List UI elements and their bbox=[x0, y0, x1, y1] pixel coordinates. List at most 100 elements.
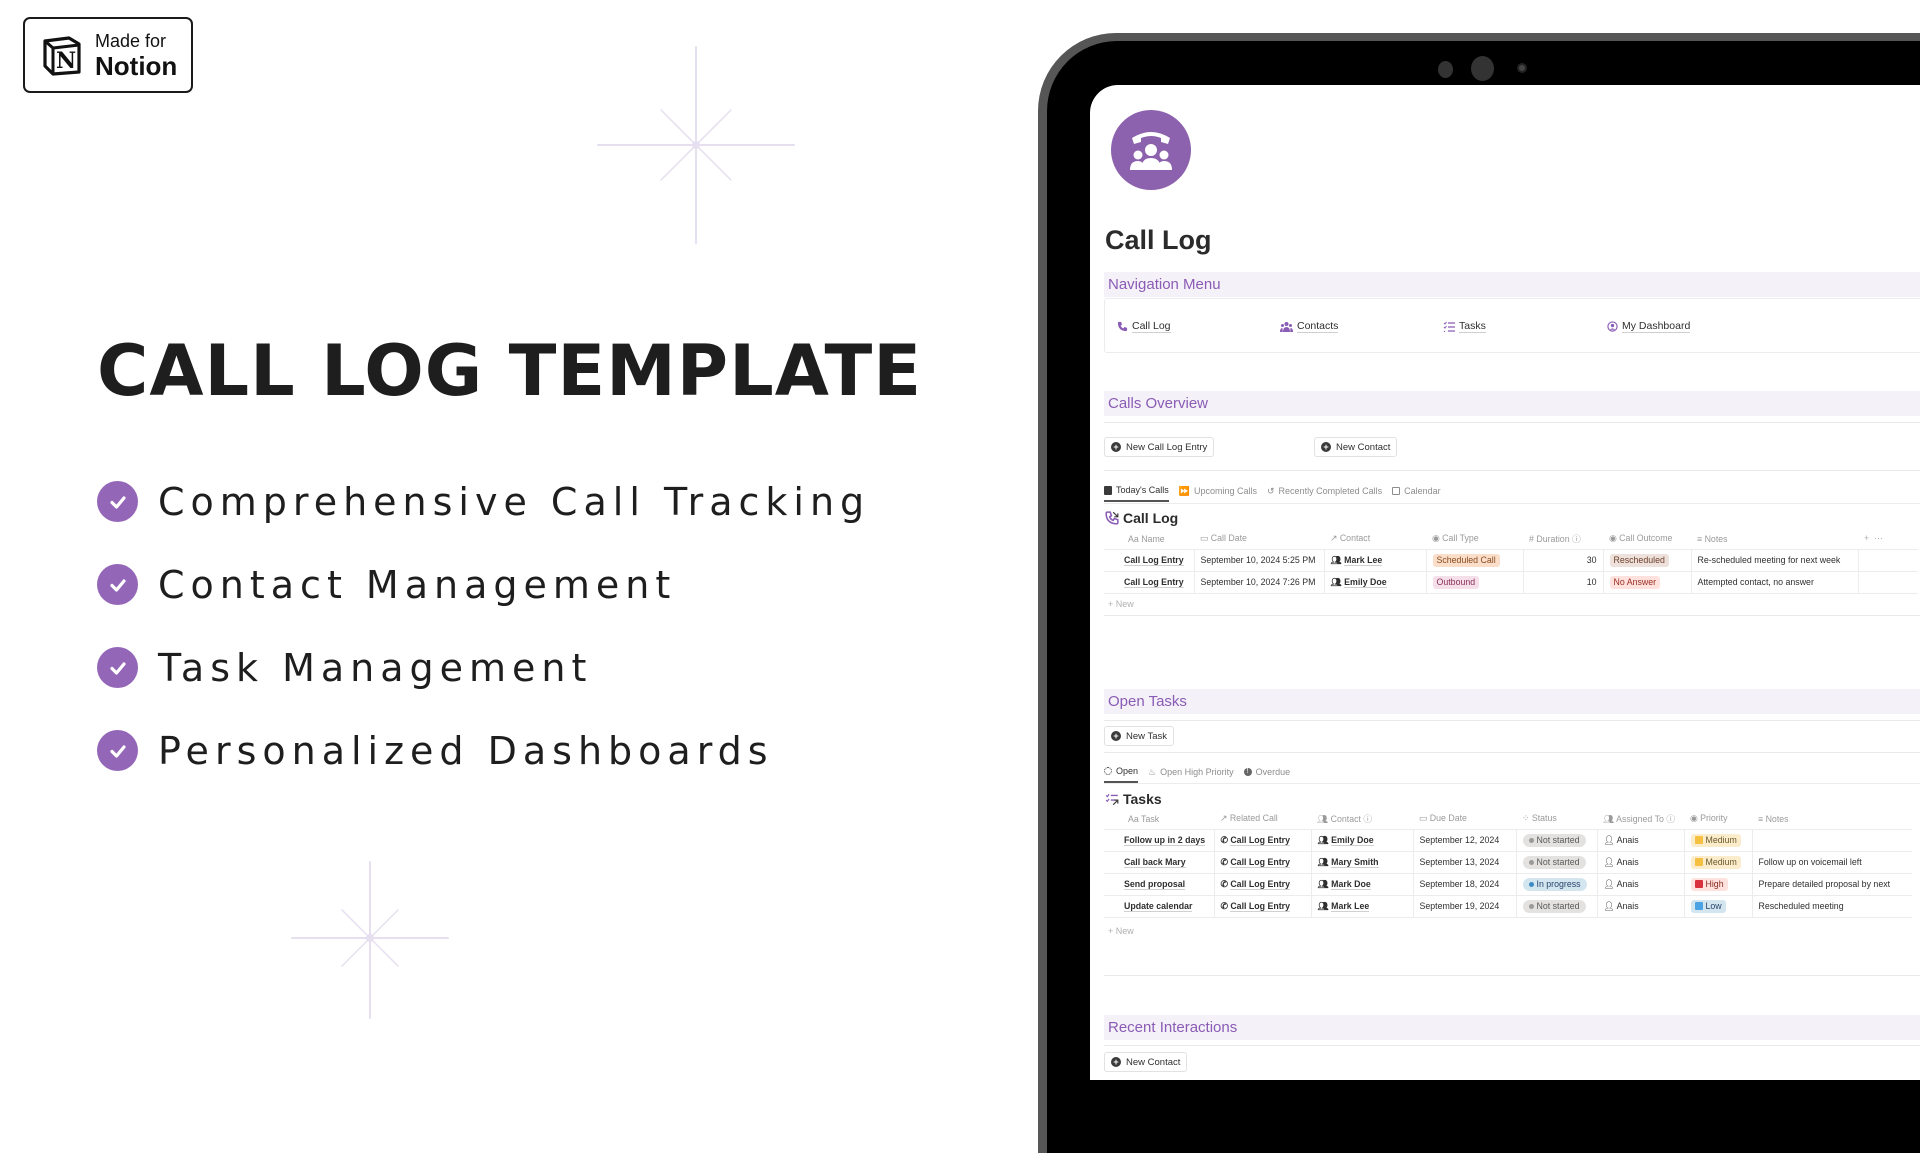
plus-circle-icon: + bbox=[1111, 731, 1121, 741]
fast-forward-icon: ⏩ bbox=[1178, 485, 1190, 496]
section-heading-navigation: Navigation Menu bbox=[1104, 272, 1920, 297]
call-outcome-tag: No Answer bbox=[1609, 575, 1661, 589]
new-contact-button[interactable]: + New Contact bbox=[1104, 1052, 1188, 1072]
tab-upcoming-calls[interactable]: ⏩ Upcoming Calls bbox=[1179, 486, 1257, 502]
row-name[interactable]: Call Log Entry bbox=[1124, 555, 1184, 566]
column-header-duration[interactable]: # Duration ⓘ bbox=[1523, 529, 1603, 549]
row-duration: 10 bbox=[1522, 570, 1603, 594]
new-task-button[interactable]: + New Task bbox=[1104, 726, 1175, 746]
row-contact[interactable]: Emily Doe bbox=[1344, 576, 1387, 588]
add-new-row-button[interactable]: + New bbox=[1108, 926, 1134, 936]
new-contact-button[interactable]: + New Contact bbox=[1314, 437, 1398, 457]
circle-dashed-icon bbox=[1104, 767, 1112, 775]
table-row[interactable]: Call back Mary ✆ Call Log Entry 👥︎ Mary … bbox=[1104, 850, 1912, 873]
row-task[interactable]: Update calendar bbox=[1124, 901, 1193, 912]
row-notes: Follow up on voicemail left bbox=[1751, 850, 1912, 873]
feature-list: Comprehensive Call Tracking Contact Mana… bbox=[97, 460, 870, 792]
tab-calendar[interactable]: Calendar bbox=[1392, 486, 1441, 501]
column-header-priority[interactable]: ◉ Priority bbox=[1684, 809, 1752, 829]
nav-item-tasks[interactable]: Tasks bbox=[1443, 320, 1486, 333]
status-badge: Not started bbox=[1522, 855, 1586, 869]
check-circle-icon bbox=[97, 647, 138, 688]
priority-badge: High bbox=[1690, 877, 1728, 891]
headline: CALL LOG TEMPLATE bbox=[97, 330, 923, 412]
row-assignee: Anais bbox=[1616, 878, 1639, 889]
plus-circle-icon: + bbox=[1111, 1057, 1121, 1067]
row-notes: Rescheduled meeting bbox=[1751, 894, 1912, 918]
add-new-row-button[interactable]: + New bbox=[1108, 599, 1134, 609]
row-related-call[interactable]: Call Log Entry bbox=[1230, 856, 1290, 868]
fire-icon: ♨ bbox=[1148, 766, 1157, 777]
row-contact[interactable]: Emily Doe bbox=[1331, 834, 1374, 846]
calendar-icon bbox=[1392, 487, 1401, 495]
notion-logo-icon: N bbox=[43, 36, 81, 76]
phone-icon: ✆ bbox=[1220, 856, 1228, 867]
tab-open-high-priority[interactable]: ♨ Open High Priority bbox=[1148, 767, 1234, 783]
row-contact[interactable]: Mark Doe bbox=[1331, 878, 1371, 890]
row-related-call[interactable]: Call Log Entry bbox=[1230, 878, 1290, 890]
row-task[interactable]: Send proposal bbox=[1124, 879, 1186, 890]
nav-item-call-log[interactable]: Call Log bbox=[1117, 320, 1171, 333]
table-row[interactable]: Call Log Entry September 10, 2024 5:25 P… bbox=[1104, 548, 1918, 571]
table-row[interactable]: Follow up in 2 days ✆ Call Log Entry 👥︎ … bbox=[1104, 828, 1912, 851]
navigation-menu: Call Log Contacts Tasks My Dashboard bbox=[1104, 298, 1920, 353]
phone-icon: ✆ bbox=[1220, 834, 1228, 845]
tab-open[interactable]: Open bbox=[1104, 766, 1139, 783]
nav-item-contacts[interactable]: Contacts bbox=[1280, 320, 1339, 333]
priority-badge: Medium bbox=[1690, 833, 1741, 847]
column-header-due-date[interactable]: ▭ Due Date bbox=[1413, 809, 1516, 829]
new-call-log-entry-button[interactable]: + New Call Log Entry bbox=[1104, 437, 1215, 457]
database-title-call-log: Call Log bbox=[1105, 510, 1178, 526]
row-related-call[interactable]: Call Log Entry bbox=[1230, 900, 1290, 912]
people-icon: 👥︎ bbox=[1317, 878, 1329, 889]
check-circle-icon bbox=[97, 730, 138, 771]
tab-recently-completed-calls[interactable]: ↺ Recently Completed Calls bbox=[1267, 486, 1382, 502]
sparkle-decoration-top bbox=[597, 46, 795, 244]
column-header-notes[interactable]: ≡ Notes bbox=[1752, 809, 1912, 829]
nav-item-my-dashboard[interactable]: My Dashboard bbox=[1607, 320, 1691, 333]
column-header-call-outcome[interactable]: ◉ Call Outcome bbox=[1603, 529, 1691, 549]
database-title-tasks: Tasks bbox=[1105, 791, 1162, 807]
table-row[interactable]: Call Log Entry September 10, 2024 7:26 P… bbox=[1104, 570, 1918, 594]
row-name[interactable]: Call Log Entry bbox=[1124, 577, 1184, 588]
check-circle-icon bbox=[97, 564, 138, 605]
row-contact[interactable]: Mark Lee bbox=[1344, 554, 1383, 566]
call-outcome-tag: Rescheduled bbox=[1609, 553, 1669, 567]
user-circle-icon bbox=[1607, 321, 1618, 332]
history-icon: ↺ bbox=[1267, 485, 1275, 496]
column-header-call-type[interactable]: ◉ Call Type bbox=[1426, 529, 1523, 549]
camera-icon bbox=[1471, 56, 1494, 81]
column-header-call-date[interactable]: ▭ Call Date bbox=[1194, 529, 1324, 549]
feature-label: Contact Management bbox=[158, 562, 677, 607]
feature-label: Personalized Dashboards bbox=[158, 728, 774, 773]
table-row[interactable]: Update calendar ✆ Call Log Entry 👥︎ Mark… bbox=[1104, 894, 1912, 918]
svg-text:N: N bbox=[56, 48, 76, 74]
row-contact[interactable]: Mark Lee bbox=[1331, 900, 1370, 912]
column-header-notes[interactable]: ≡ Notes bbox=[1691, 529, 1858, 549]
feature-item: Comprehensive Call Tracking bbox=[97, 460, 870, 543]
column-header-status[interactable]: ⁘ Status bbox=[1516, 809, 1597, 829]
column-header-related-call[interactable]: ↗ Related Call bbox=[1214, 809, 1311, 829]
status-badge: In progress bbox=[1522, 877, 1587, 891]
plus-circle-icon: + bbox=[1321, 442, 1331, 452]
tab-overdue[interactable]: ! Overdue bbox=[1243, 767, 1290, 782]
column-header-assigned-to[interactable]: 👥︎ Assigned To ⓘ bbox=[1597, 809, 1684, 829]
column-header-task[interactable]: Aa Task bbox=[1104, 809, 1214, 829]
divider bbox=[1104, 470, 1920, 471]
row-task[interactable]: Call back Mary bbox=[1124, 857, 1186, 868]
tab-todays-calls[interactable]: Today's Calls bbox=[1104, 485, 1169, 502]
calendar-day-icon bbox=[1104, 485, 1112, 495]
column-header-contact[interactable]: 👥︎ Contact ⓘ bbox=[1311, 809, 1413, 829]
alert-icon: ! bbox=[1243, 768, 1252, 776]
badge-line2: Notion bbox=[95, 50, 178, 81]
add-column-button[interactable]: + ⋯ bbox=[1858, 529, 1918, 549]
table-row[interactable]: Send proposal ✆ Call Log Entry 👥︎ Mark D… bbox=[1104, 872, 1912, 895]
feature-item: Task Management bbox=[97, 626, 870, 709]
row-related-call[interactable]: Call Log Entry bbox=[1230, 834, 1290, 846]
people-icon: 👥︎ bbox=[1330, 554, 1342, 565]
row-contact[interactable]: Mary Smith bbox=[1331, 856, 1379, 868]
row-notes: Re-scheduled meeting for next week bbox=[1690, 548, 1858, 571]
column-header-name[interactable]: Aa Name bbox=[1104, 529, 1194, 549]
row-task[interactable]: Follow up in 2 days bbox=[1124, 835, 1206, 846]
column-header-contact[interactable]: ↗ Contact bbox=[1324, 529, 1426, 549]
